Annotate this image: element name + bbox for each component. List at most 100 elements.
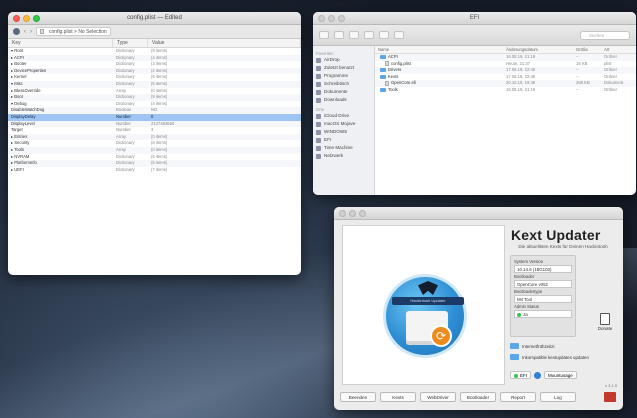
- plist-type[interactable]: Dictionary: [113, 94, 148, 101]
- plist-row[interactable]: ▸ Boot Dictionary (9 items): [8, 94, 301, 101]
- plist-type[interactable]: Array: [113, 147, 148, 154]
- forward-arrow-icon[interactable]: ›: [30, 29, 32, 35]
- view-icons-button[interactable]: [349, 31, 359, 39]
- plist-value[interactable]: (0 items): [148, 147, 301, 154]
- kext-titlebar[interactable]: [334, 207, 623, 220]
- plist-value[interactable]: (8 items): [148, 140, 301, 147]
- plist-row[interactable]: DisableWatchDog Boolean NO: [8, 107, 301, 114]
- plist-row[interactable]: Target Number 3: [8, 127, 301, 134]
- sidebar-item[interactable]: Zuletzt benutzt: [316, 64, 371, 72]
- file-row[interactable]: Drivers 17.08.19, 22:46 -- Ordner: [375, 67, 636, 74]
- plist-value[interactable]: (2 items): [148, 68, 301, 75]
- plist-row[interactable]: DisplayLevel Number 2147483650: [8, 120, 301, 128]
- column-key[interactable]: Key: [8, 39, 113, 47]
- search-input[interactable]: Suchen: [580, 30, 630, 40]
- sidebar-item[interactable]: AirDrop: [316, 56, 371, 64]
- info-icon[interactable]: [534, 371, 542, 379]
- sidebar-item[interactable]: Schreibtisch: [316, 80, 371, 88]
- plist-row[interactable]: ▸ ACPI Dictionary (4 items): [8, 54, 301, 62]
- close-button[interactable]: [13, 15, 20, 22]
- plist-row[interactable]: ▸ NVRAM Dictionary (6 items): [8, 154, 301, 161]
- plist-type[interactable]: Array: [113, 134, 148, 141]
- column-kind[interactable]: Art: [601, 46, 636, 53]
- finder-window[interactable]: EFI Suchen Favoriten AirDrop Zuletzt benut…: [313, 12, 636, 195]
- forward-button[interactable]: [334, 31, 344, 39]
- button-log[interactable]: Log: [540, 392, 576, 402]
- button-bootloader[interactable]: Bootloader: [460, 392, 496, 402]
- sidebar-item[interactable]: Downloads: [316, 96, 371, 104]
- plist-type[interactable]: Dictionary: [113, 140, 148, 147]
- sidebar-toggle-icon[interactable]: [13, 28, 20, 35]
- plist-editor-window[interactable]: config.plist — Edited ‹ › config.plist >…: [8, 12, 301, 275]
- view-list-button[interactable]: [364, 31, 374, 39]
- donate-button[interactable]: Donate: [591, 313, 619, 331]
- plist-row[interactable]: ▾ Debug Dictionary (4 items): [8, 101, 301, 108]
- minimize-button[interactable]: [23, 15, 30, 22]
- plist-value[interactable]: (6 items): [148, 81, 301, 88]
- plist-type[interactable]: Dictionary: [113, 81, 148, 88]
- zoom-button[interactable]: [359, 210, 366, 217]
- file-row[interactable]: ACPI 16.08.19, 21:19 -- Ordner: [375, 54, 636, 61]
- file-row[interactable]: config.plist Heute, 21:37 16 KB plist: [375, 61, 636, 68]
- plist-value[interactable]: (6 items): [148, 160, 301, 167]
- button-beenden[interactable]: Beenden: [340, 392, 376, 402]
- plist-row[interactable]: ▸ BlessOverride Array (0 items): [8, 88, 301, 95]
- plist-value[interactable]: NO: [148, 107, 301, 114]
- path-bar[interactable]: config.plist > No Selection: [36, 27, 111, 36]
- sidebar-item[interactable]: WINDOWS: [316, 128, 371, 136]
- plist-row[interactable]: ▸ Kernel Dictionary (6 items): [8, 74, 301, 81]
- plist-row[interactable]: ▸ PlatformInfo Dictionary (6 items): [8, 160, 301, 167]
- plist-row[interactable]: ▸ UEFI Dictionary (7 items): [8, 167, 301, 174]
- plist-value[interactable]: (4 items): [148, 101, 301, 108]
- plist-type[interactable]: Dictionary: [113, 55, 148, 62]
- plist-type[interactable]: Dictionary: [113, 160, 148, 167]
- file-row[interactable]: Kexts 17.08.19, 22:46 -- Ordner: [375, 74, 636, 81]
- finder-titlebar[interactable]: EFI: [313, 12, 636, 25]
- plist-row[interactable]: ▾ Misc Dictionary (6 items): [8, 80, 301, 88]
- checkbox-icon[interactable]: [510, 354, 519, 360]
- zoom-button[interactable]: [338, 15, 345, 22]
- file-row[interactable]: OpenCore.efi 20.10.19, 16:49 268 KB Dokumen…: [375, 80, 636, 87]
- incompatible-kexts-option[interactable]: Inkompatible kextupdates updaten: [510, 353, 589, 361]
- close-button[interactable]: [318, 15, 325, 22]
- plist-row[interactable]: ▸ Entries Array (0 items): [8, 133, 301, 141]
- column-size[interactable]: Größe: [573, 46, 601, 53]
- sidebar-item[interactable]: Dokumente: [316, 88, 371, 96]
- plist-row[interactable]: ▾ Root Dictionary (9 items): [8, 48, 301, 55]
- plist-value[interactable]: 0: [148, 114, 301, 121]
- plist-titlebar[interactable]: config.plist — Edited: [8, 12, 301, 25]
- share-button[interactable]: [394, 31, 404, 39]
- print-icon[interactable]: [604, 392, 616, 402]
- back-arrow-icon[interactable]: ‹: [24, 29, 26, 35]
- efi-status[interactable]: EFI: [510, 371, 532, 379]
- close-button[interactable]: [339, 210, 346, 217]
- plist-type[interactable]: Dictionary: [113, 101, 148, 108]
- sidebar-item[interactable]: Netzwerk: [316, 152, 371, 160]
- plist-row[interactable]: ▸ Booter Dictionary (3 items): [8, 61, 301, 68]
- sidebar-item[interactable]: Time Machine: [316, 144, 371, 152]
- plist-value[interactable]: (9 items): [148, 48, 301, 55]
- mount-button[interactable]: Mountusage: [544, 371, 577, 379]
- plist-row[interactable]: ▸ DeviceProperties Dictionary (2 items): [8, 67, 301, 75]
- plist-type[interactable]: Number: [113, 114, 148, 121]
- column-type[interactable]: Type: [113, 39, 148, 47]
- plist-type[interactable]: Dictionary: [113, 167, 148, 174]
- plist-type[interactable]: Boolean: [113, 107, 148, 114]
- plist-type[interactable]: Dictionary: [113, 154, 148, 161]
- check-internet-option[interactable]: Internetfrühzeitzi: [510, 342, 554, 350]
- button-kexts[interactable]: Kexts: [380, 392, 416, 402]
- plist-value[interactable]: (0 items): [148, 134, 301, 141]
- view-columns-button[interactable]: [379, 31, 389, 39]
- button-webdriver[interactable]: WebDriver: [420, 392, 456, 402]
- plist-value[interactable]: (0 items): [148, 88, 301, 95]
- plist-value[interactable]: (9 items): [148, 94, 301, 101]
- checkbox-icon[interactable]: [510, 343, 519, 349]
- plist-value[interactable]: 2147483650: [148, 121, 301, 128]
- sidebar-item[interactable]: iCloud Drive: [316, 112, 371, 120]
- plist-value[interactable]: (4 items): [148, 55, 301, 62]
- sidebar-item[interactable]: Programme: [316, 72, 371, 80]
- button-report[interactable]: Report: [500, 392, 536, 402]
- plist-type[interactable]: Dictionary: [113, 68, 148, 75]
- plist-type[interactable]: Dictionary: [113, 48, 148, 55]
- back-button[interactable]: [319, 31, 329, 39]
